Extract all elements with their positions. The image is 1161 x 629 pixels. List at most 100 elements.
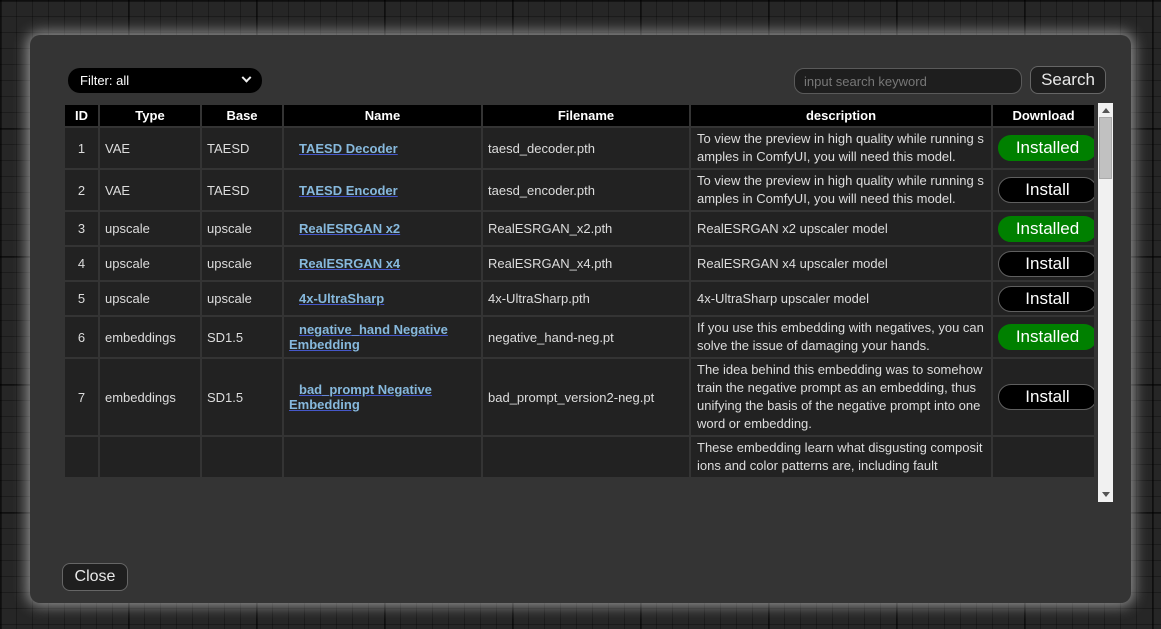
cell-download: [993, 437, 1094, 477]
column-header-download: Download: [993, 105, 1094, 126]
cell-id: 7: [65, 359, 98, 435]
cell-base: TAESD: [202, 170, 282, 210]
column-header-name: Name: [284, 105, 481, 126]
model-name-link[interactable]: TAESD Decoder: [289, 141, 476, 156]
model-name-link[interactable]: 4x-UltraSharp: [289, 291, 476, 306]
cell-type: VAE: [100, 170, 200, 210]
scrollbar-up-icon[interactable]: [1098, 104, 1113, 117]
cell-id: 6: [65, 317, 98, 357]
scrollbar-thumb[interactable]: [1099, 117, 1112, 179]
cell-id: 3: [65, 212, 98, 245]
column-header-type: Type: [100, 105, 200, 126]
table-row: 6 embeddings SD1.5 negative_hand Negativ…: [65, 317, 1094, 357]
cell-name: TAESD Encoder: [284, 170, 481, 210]
close-button[interactable]: Close: [62, 563, 128, 591]
triangle-up-icon: [1102, 108, 1110, 113]
cell-type: [100, 437, 200, 477]
install-button[interactable]: Install: [998, 251, 1094, 277]
cell-name: bad_prompt Negative Embedding: [284, 359, 481, 435]
cell-base: upscale: [202, 282, 282, 315]
cell-name: 4x-UltraSharp: [284, 282, 481, 315]
table-scrollbar[interactable]: [1098, 103, 1113, 502]
column-header-filename: Filename: [483, 105, 689, 126]
cell-id: 4: [65, 247, 98, 280]
cell-type: upscale: [100, 212, 200, 245]
cell-filename: bad_prompt_version2-neg.pt: [483, 359, 689, 435]
cell-id: 5: [65, 282, 98, 315]
filter-select-label: Filter: all: [80, 73, 129, 88]
cell-filename: taesd_encoder.pth: [483, 170, 689, 210]
install-button[interactable]: Install: [998, 384, 1094, 410]
cell-type: VAE: [100, 128, 200, 168]
cell-filename: RealESRGAN_x2.pth: [483, 212, 689, 245]
cell-description: The idea behind this embedding was to so…: [691, 359, 991, 435]
cell-base: upscale: [202, 247, 282, 280]
search-input[interactable]: [794, 68, 1022, 94]
cell-description: RealESRGAN x4 upscaler model: [691, 247, 991, 280]
chevron-down-icon: [242, 73, 252, 83]
cell-description: 4x-UltraSharp upscaler model: [691, 282, 991, 315]
cell-type: upscale: [100, 282, 200, 315]
installed-button[interactable]: Installed: [998, 324, 1094, 350]
filter-select[interactable]: Filter: all: [68, 68, 262, 93]
model-name-link[interactable]: negative_hand Negative Embedding: [289, 322, 476, 352]
model-name-link[interactable]: RealESRGAN x2: [289, 221, 476, 236]
installed-button[interactable]: Installed: [998, 135, 1094, 161]
column-header-description: description: [691, 105, 991, 126]
cell-filename: taesd_decoder.pth: [483, 128, 689, 168]
cell-name: negative_hand Negative Embedding: [284, 317, 481, 357]
cell-description: These embedding learn what disgusting co…: [691, 437, 991, 477]
cell-download: Install: [993, 247, 1094, 280]
cell-base: SD1.5: [202, 317, 282, 357]
cell-base: TAESD: [202, 128, 282, 168]
comfyui-canvas: { "modal": { "filter": { "label": "Filte…: [0, 0, 1161, 629]
cell-filename: RealESRGAN_x4.pth: [483, 247, 689, 280]
cell-download: Install: [993, 359, 1094, 435]
cell-description: If you use this embedding with negatives…: [691, 317, 991, 357]
cell-name: TAESD Decoder: [284, 128, 481, 168]
cell-download: Install: [993, 170, 1094, 210]
table-row: 2 VAE TAESD TAESD Encoder taesd_encoder.…: [65, 170, 1094, 210]
cell-description: RealESRGAN x2 upscaler model: [691, 212, 991, 245]
triangle-down-icon: [1102, 492, 1110, 497]
table-row: 7 embeddings SD1.5 bad_prompt Negative E…: [65, 359, 1094, 435]
cell-filename: [483, 437, 689, 477]
install-button[interactable]: Install: [998, 286, 1094, 312]
model-name-link[interactable]: RealESRGAN x4: [289, 256, 476, 271]
table-row: 5 upscale upscale 4x-UltraSharp 4x-Ultra…: [65, 282, 1094, 315]
cell-name: RealESRGAN x4: [284, 247, 481, 280]
install-button[interactable]: Install: [998, 177, 1094, 203]
cell-download: Installed: [993, 212, 1094, 245]
cell-name: RealESRGAN x2: [284, 212, 481, 245]
table-row: 4 upscale upscale RealESRGAN x4 RealESRG…: [65, 247, 1094, 280]
table-row: 3 upscale upscale RealESRGAN x2 RealESRG…: [65, 212, 1094, 245]
cell-download: Installed: [993, 317, 1094, 357]
cell-filename: 4x-UltraSharp.pth: [483, 282, 689, 315]
cell-id: 1: [65, 128, 98, 168]
cell-description: To view the preview in high quality whil…: [691, 170, 991, 210]
model-name-link[interactable]: bad_prompt Negative Embedding: [289, 382, 476, 412]
search-button[interactable]: Search: [1030, 66, 1106, 94]
cell-download: Installed: [993, 128, 1094, 168]
column-header-id: ID: [65, 105, 98, 126]
cell-type: embeddings: [100, 317, 200, 357]
table-row: 1 VAE TAESD TAESD Decoder taesd_decoder.…: [65, 128, 1094, 168]
cell-id: [65, 437, 98, 477]
models-table: ID Type Base Name Filename description D…: [63, 103, 1096, 479]
cell-base: upscale: [202, 212, 282, 245]
install-models-dialog: Filter: all Search ID Type Base Name Fil…: [30, 35, 1131, 603]
cell-name: [284, 437, 481, 477]
cell-type: embeddings: [100, 359, 200, 435]
table-row-partial: These embedding learn what disgusting co…: [65, 437, 1094, 477]
cell-filename: negative_hand-neg.pt: [483, 317, 689, 357]
installed-button[interactable]: Installed: [998, 216, 1094, 242]
models-table-viewport: ID Type Base Name Filename description D…: [63, 103, 1098, 502]
cell-base: [202, 437, 282, 477]
cell-id: 2: [65, 170, 98, 210]
model-name-link[interactable]: TAESD Encoder: [289, 183, 476, 198]
scrollbar-down-icon[interactable]: [1098, 488, 1113, 501]
table-header-row: ID Type Base Name Filename description D…: [65, 105, 1094, 126]
cell-base: SD1.5: [202, 359, 282, 435]
cell-description: To view the preview in high quality whil…: [691, 128, 991, 168]
cell-download: Install: [993, 282, 1094, 315]
